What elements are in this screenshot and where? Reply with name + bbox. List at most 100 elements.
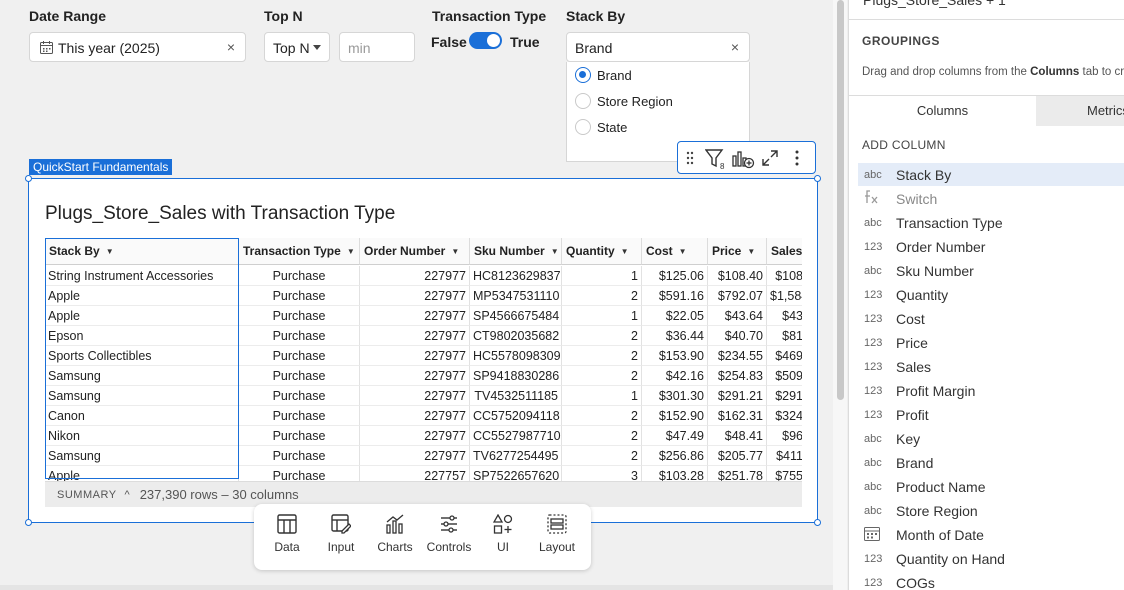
table-cell[interactable]: 227977 bbox=[360, 446, 470, 466]
column-item[interactable]: abc Key bbox=[858, 427, 1124, 450]
option-state[interactable]: State bbox=[575, 117, 627, 137]
table-cell[interactable]: $48.41 bbox=[708, 426, 767, 446]
table-cell[interactable]: $205.77 bbox=[708, 446, 767, 466]
table-cell[interactable]: HC8123629837 bbox=[470, 266, 562, 286]
column-header[interactable]: Order Number ▼ bbox=[360, 238, 470, 265]
table-cell[interactable]: SP9418830286 bbox=[470, 366, 562, 386]
table-cell[interactable]: 227977 bbox=[360, 286, 470, 306]
data-source-header[interactable]: Plugs_Store_Sales + 1 bbox=[849, 0, 1124, 20]
table-cell[interactable]: Purchase bbox=[239, 406, 360, 426]
table-cell[interactable]: Epson bbox=[45, 326, 239, 346]
table-cell[interactable]: 227977 bbox=[360, 346, 470, 366]
column-header[interactable]: Price ▼ bbox=[708, 238, 767, 265]
column-item[interactable]: abc Stack By bbox=[858, 163, 1124, 186]
table-cell[interactable]: $108.40 bbox=[708, 266, 767, 286]
table-cell[interactable]: Purchase bbox=[239, 466, 360, 481]
table-cell[interactable]: Purchase bbox=[239, 326, 360, 346]
table-cell[interactable]: $234.55 bbox=[708, 346, 767, 366]
option-store-region[interactable]: Store Region bbox=[575, 91, 673, 111]
column-header[interactable]: Sku Number ▼ bbox=[470, 238, 562, 265]
table-cell[interactable]: $81 bbox=[767, 326, 802, 346]
transaction-type-toggle[interactable] bbox=[469, 32, 502, 49]
table-cell[interactable]: Sports Collectibles bbox=[45, 346, 239, 366]
table-cell[interactable]: $152.90 bbox=[642, 406, 708, 426]
column-item[interactable]: abc Transaction Type bbox=[858, 211, 1124, 234]
table-cell[interactable]: Apple bbox=[45, 286, 239, 306]
table-cell[interactable]: 227977 bbox=[360, 386, 470, 406]
table-cell[interactable]: Canon bbox=[45, 406, 239, 426]
column-menu-icon[interactable]: ▼ bbox=[621, 247, 629, 256]
table-cell[interactable]: 227757 bbox=[360, 466, 470, 481]
table-cell[interactable]: TV6277254495 bbox=[470, 446, 562, 466]
table-cell[interactable]: 227977 bbox=[360, 326, 470, 346]
table-cell[interactable]: $125.06 bbox=[642, 266, 708, 286]
canvas-scrollbar[interactable] bbox=[833, 0, 847, 590]
table-cell[interactable]: Purchase bbox=[239, 346, 360, 366]
table-cell[interactable]: $96 bbox=[767, 426, 802, 446]
column-item[interactable]: 123 Order Number bbox=[858, 235, 1124, 258]
column-menu-icon[interactable]: ▼ bbox=[551, 247, 559, 256]
table-cell[interactable]: $411 bbox=[767, 446, 802, 466]
table-cell[interactable]: MP5347531110 bbox=[470, 286, 562, 306]
column-header[interactable]: Quantity ▼ bbox=[562, 238, 642, 265]
table-cell[interactable]: $509 bbox=[767, 366, 802, 386]
table-cell[interactable]: 2 bbox=[562, 446, 642, 466]
column-header[interactable]: Cost ▼ bbox=[642, 238, 708, 265]
column-item[interactable]: 123 Price bbox=[858, 331, 1124, 354]
table-element[interactable]: Plugs_Store_Sales with Transaction Type … bbox=[25, 175, 821, 526]
date-range-control[interactable]: This year (2025) × bbox=[29, 32, 246, 62]
table-cell[interactable]: Purchase bbox=[239, 266, 360, 286]
table-cell[interactable]: $256.86 bbox=[642, 446, 708, 466]
add-layout-button[interactable]: Layout bbox=[530, 514, 584, 554]
add-charts-button[interactable]: Charts bbox=[368, 514, 422, 554]
table-cell[interactable]: Purchase bbox=[239, 426, 360, 446]
column-item[interactable]: 123 Cost bbox=[858, 307, 1124, 330]
column-item[interactable]: Month of Date bbox=[858, 523, 1124, 546]
add-controls-button[interactable]: Controls bbox=[422, 514, 476, 554]
resize-handle[interactable] bbox=[25, 175, 32, 182]
table-cell[interactable]: $469 bbox=[767, 346, 802, 366]
table-cell[interactable]: $103.28 bbox=[642, 466, 708, 481]
column-menu-icon[interactable]: ▼ bbox=[106, 247, 114, 256]
table-cell[interactable]: $47.49 bbox=[642, 426, 708, 446]
table-cell[interactable]: $291.21 bbox=[708, 386, 767, 406]
add-column-header[interactable]: ADD COLUMN bbox=[862, 138, 946, 152]
table-cell[interactable]: 227977 bbox=[360, 426, 470, 446]
column-item[interactable]: 123 Sales bbox=[858, 355, 1124, 378]
table-cell[interactable]: Apple bbox=[45, 466, 239, 481]
table-cell[interactable]: Purchase bbox=[239, 446, 360, 466]
table-cell[interactable]: 227977 bbox=[360, 306, 470, 326]
table-cell[interactable]: $40.70 bbox=[708, 326, 767, 346]
table-cell[interactable]: CC5752094118 bbox=[470, 406, 562, 426]
table-cell[interactable]: HC5578098309 bbox=[470, 346, 562, 366]
more-options-icon[interactable] bbox=[794, 150, 800, 166]
table-cell[interactable]: $755 bbox=[767, 466, 802, 481]
resize-handle[interactable] bbox=[25, 519, 32, 526]
table-cell[interactable]: 1 bbox=[562, 266, 642, 286]
table-cell[interactable]: Purchase bbox=[239, 366, 360, 386]
top-n-min-input[interactable]: min bbox=[339, 32, 415, 62]
expand-icon[interactable] bbox=[760, 148, 780, 168]
column-item[interactable]: abc Product Name bbox=[858, 475, 1124, 498]
table-cell[interactable]: CC5527987710 bbox=[470, 426, 562, 446]
table-cell[interactable]: $301.30 bbox=[642, 386, 708, 406]
column-item[interactable]: 123 Profit Margin bbox=[858, 379, 1124, 402]
option-brand[interactable]: Brand bbox=[575, 65, 632, 85]
table-cell[interactable]: 3 bbox=[562, 466, 642, 481]
table-cell[interactable]: $254.83 bbox=[708, 366, 767, 386]
table-cell[interactable]: $36.44 bbox=[642, 326, 708, 346]
tab-columns[interactable]: Columns bbox=[849, 96, 1036, 126]
table-cell[interactable]: $108 bbox=[767, 266, 802, 286]
column-item[interactable]: abc Sku Number bbox=[858, 259, 1124, 282]
top-n-select[interactable]: Top N bbox=[264, 32, 330, 62]
table-cell[interactable]: 227977 bbox=[360, 406, 470, 426]
table-cell[interactable]: 227977 bbox=[360, 366, 470, 386]
column-item[interactable]: 123 Profit bbox=[858, 403, 1124, 426]
table-cell[interactable]: 2 bbox=[562, 346, 642, 366]
column-item[interactable]: 123 Quantity on Hand bbox=[858, 547, 1124, 570]
table-cell[interactable]: $42.16 bbox=[642, 366, 708, 386]
column-item[interactable]: abc Brand bbox=[858, 451, 1124, 474]
column-menu-icon[interactable]: ▼ bbox=[747, 247, 755, 256]
table-cell[interactable]: Apple bbox=[45, 306, 239, 326]
tab-metrics[interactable]: Metrics bbox=[1036, 96, 1124, 126]
